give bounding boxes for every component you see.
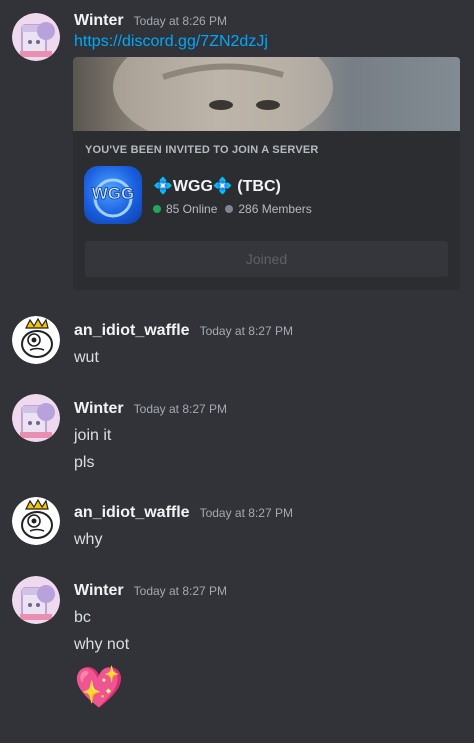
message-text: why not xyxy=(74,636,130,653)
timestamp: Today at 8:27 PM xyxy=(133,584,228,598)
username[interactable]: Winter xyxy=(74,582,124,600)
message-text: why xyxy=(74,531,103,548)
message-text: pls xyxy=(74,454,95,471)
message-text: join it xyxy=(74,427,112,444)
invite-heading: YOU'VE BEEN INVITED TO JOIN A SERVER xyxy=(85,144,319,156)
invite-embed: YOU'VE BEEN INVITED TO JOIN A SERVER WGG… xyxy=(73,57,460,290)
timestamp: Today at 8:26 PM xyxy=(133,14,228,28)
chat-messages: Winter Today at 8:26 PM https://discord.… xyxy=(0,0,474,743)
username[interactable]: an_idiot_waffle xyxy=(74,322,190,340)
online-dot-icon xyxy=(153,205,161,213)
timestamp: Today at 8:27 PM xyxy=(133,402,228,416)
members-dot-icon xyxy=(225,205,234,213)
joined-button[interactable]: Joined xyxy=(85,241,448,277)
username[interactable]: Winter xyxy=(74,400,124,418)
winter-avatar[interactable] xyxy=(12,576,60,624)
sparkling-heart-emoji: 💖 xyxy=(74,666,124,710)
server-stats: 85 Online 286 Members xyxy=(153,202,312,216)
timestamp: Today at 8:27 PM xyxy=(199,506,293,520)
waffle-avatar[interactable] xyxy=(12,316,60,364)
winter-avatar[interactable] xyxy=(12,13,60,61)
invite-link[interactable]: https://discord.gg/7ZN2dzJj xyxy=(74,33,268,51)
waffle-avatar[interactable] xyxy=(12,497,60,545)
timestamp: Today at 8:27 PM xyxy=(199,324,293,338)
online-count: 85 Online xyxy=(166,202,218,216)
username[interactable]: an_idiot_waffle xyxy=(74,504,190,522)
member-count: 286 Members xyxy=(238,202,312,216)
server-icon[interactable]: WGG xyxy=(84,166,142,224)
message-text: bc xyxy=(74,609,91,626)
message-text: wut xyxy=(74,349,99,366)
username[interactable]: Winter xyxy=(74,12,124,30)
server-banner-image xyxy=(73,57,460,147)
server-name[interactable]: 💠WGG💠 (TBC) xyxy=(153,176,281,196)
winter-avatar[interactable] xyxy=(12,394,60,442)
svg-text:WGG: WGG xyxy=(92,184,135,203)
